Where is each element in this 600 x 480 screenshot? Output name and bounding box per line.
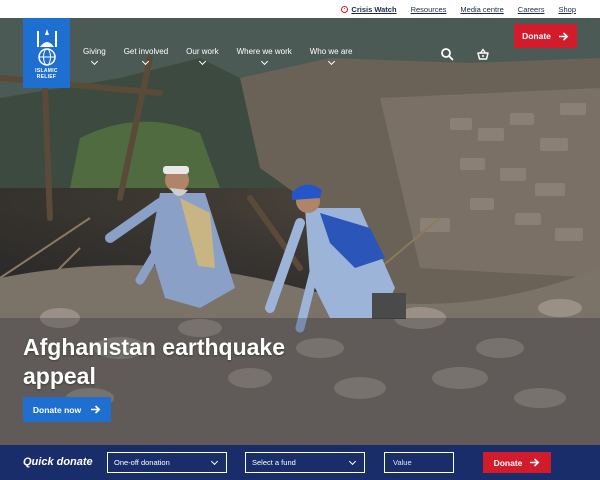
crisis-signal-icon xyxy=(341,5,349,13)
islamic-relief-logo[interactable]: ISLAMIC RELIEF xyxy=(23,18,70,88)
donate-now-label: Donate now xyxy=(32,404,82,415)
nav-item-where-we-work[interactable]: Where we work xyxy=(236,47,292,66)
nav-item-label: Giving xyxy=(83,47,106,56)
main-nav: Giving Get involved Our work Where we wo… xyxy=(83,47,370,66)
chevron-down-icon xyxy=(348,457,357,466)
utility-bar: Crisis Watch Resources Media centre Care… xyxy=(0,0,600,18)
utility-link-shop[interactable]: Shop xyxy=(558,5,576,14)
crisis-watch-link[interactable]: Crisis Watch xyxy=(341,4,397,14)
donate-button-label: Donate xyxy=(522,31,551,41)
chevron-down-icon xyxy=(260,57,268,66)
chevron-down-icon xyxy=(210,457,219,466)
utility-link-careers[interactable]: Careers xyxy=(518,5,545,14)
chevron-down-icon xyxy=(198,57,206,66)
logo-wordmark: ISLAMIC RELIEF xyxy=(35,67,58,80)
nav-item-label: Who we are xyxy=(309,47,353,56)
quick-donate-bar: Quick donate One-off donation Select a f… xyxy=(0,445,600,480)
crisis-watch-label: Crisis Watch xyxy=(351,4,397,14)
fund-select-value: Select a fund xyxy=(252,458,296,467)
nav-item-giving[interactable]: Giving xyxy=(83,47,106,66)
arrow-right-icon xyxy=(91,405,101,414)
donation-frequency-select[interactable]: One-off donation xyxy=(107,452,227,473)
mosque-globe-icon xyxy=(36,28,57,66)
quick-donate-button[interactable]: Donate xyxy=(483,452,551,473)
donate-now-button[interactable]: Donate now xyxy=(23,397,111,422)
quick-donate-button-label: Donate xyxy=(493,457,523,468)
basket-icon[interactable] xyxy=(476,47,490,61)
utility-link-media-centre[interactable]: Media centre xyxy=(460,5,503,14)
nav-item-who-we-are[interactable]: Who we are xyxy=(309,47,353,66)
donate-button[interactable]: Donate xyxy=(514,24,577,48)
nav-item-get-involved[interactable]: Get involved xyxy=(123,47,169,66)
arrow-right-icon xyxy=(530,458,540,467)
fund-select[interactable]: Select a fund xyxy=(245,452,365,473)
donation-frequency-value: One-off donation xyxy=(114,458,170,467)
utility-link-resources[interactable]: Resources xyxy=(411,5,447,14)
nav-item-label: Our work xyxy=(186,47,219,56)
nav-icons xyxy=(440,47,490,61)
search-icon[interactable] xyxy=(440,47,454,61)
arrow-right-icon xyxy=(558,31,569,41)
nav-item-label: Where we work xyxy=(236,47,292,56)
chevron-down-icon xyxy=(90,57,98,66)
nav-item-label: Get involved xyxy=(123,47,169,56)
chevron-down-icon xyxy=(142,57,150,66)
nav-item-our-work[interactable]: Our work xyxy=(186,47,219,66)
donation-value-input[interactable] xyxy=(384,452,454,473)
chevron-down-icon xyxy=(327,57,335,66)
hero-title: Afghanistan earthquake appeal xyxy=(23,334,285,389)
hero-banner: ISLAMIC RELIEF Giving Get involved Our w… xyxy=(0,18,600,445)
quick-donate-title: Quick donate xyxy=(23,456,93,468)
